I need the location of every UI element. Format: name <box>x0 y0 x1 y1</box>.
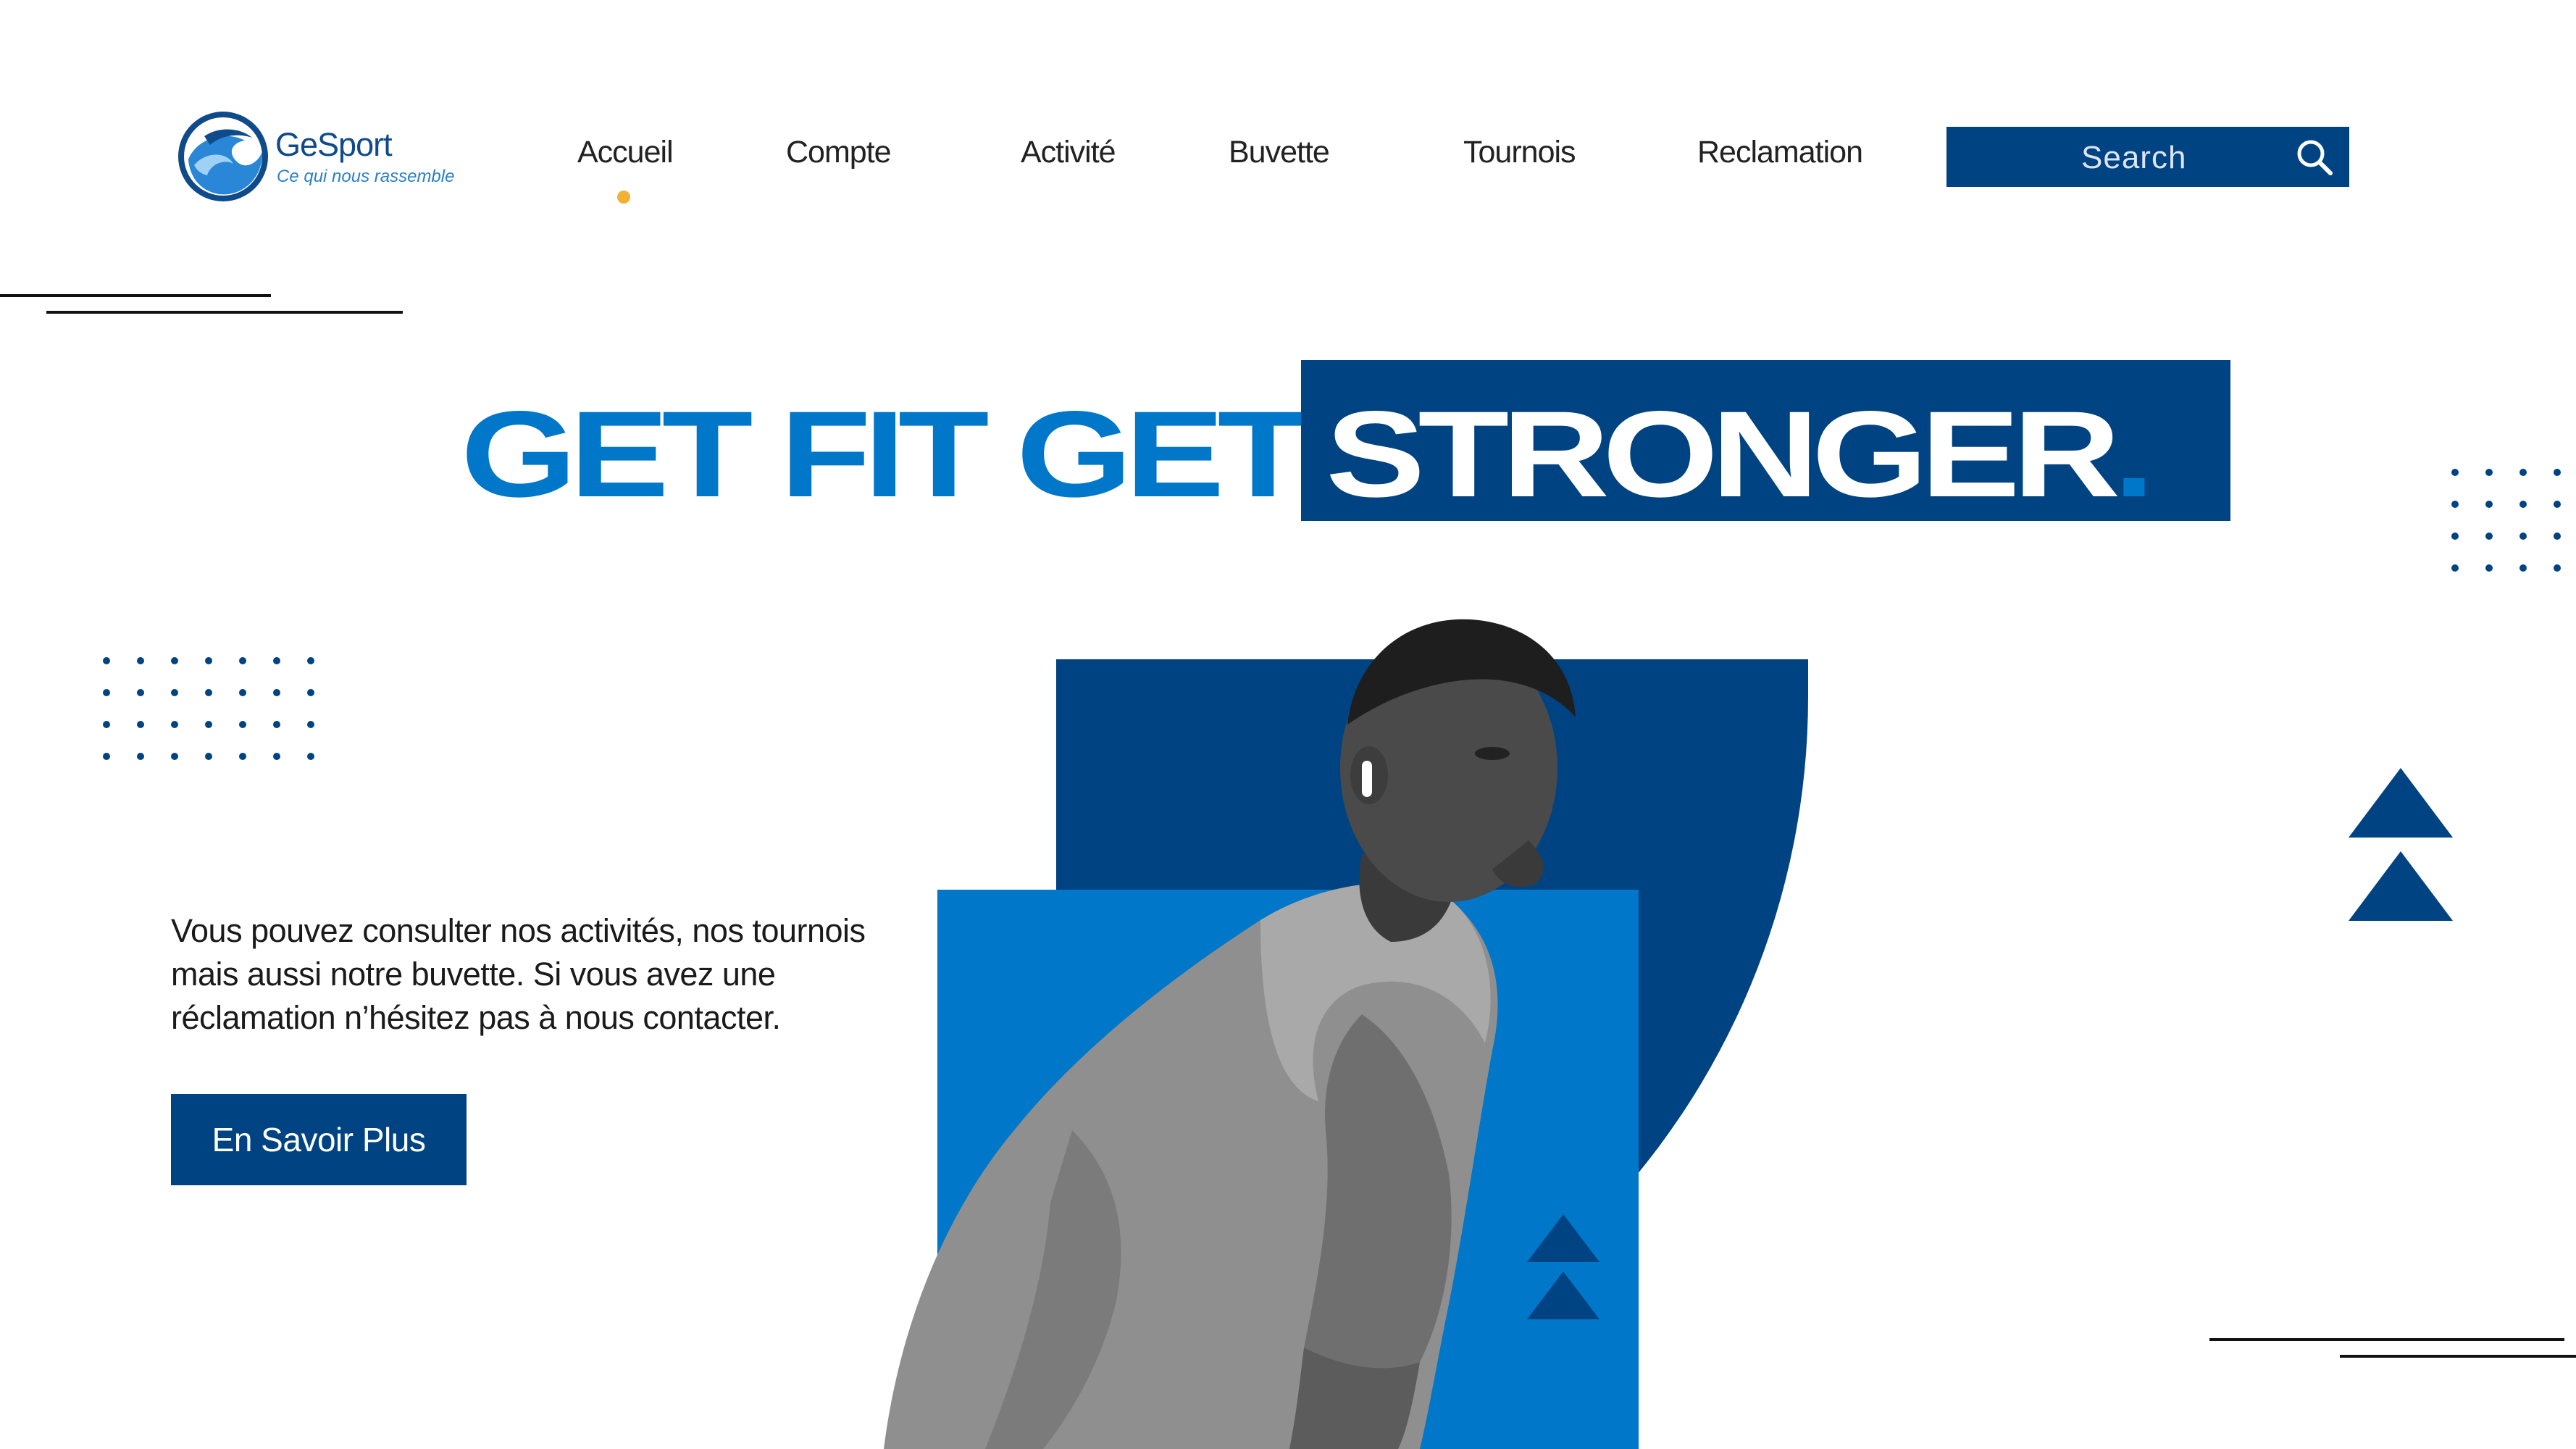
search-icon[interactable] <box>2293 135 2336 179</box>
nav-item-reclamation[interactable]: Reclamation <box>1697 135 1863 170</box>
decor-dot-grid-right <box>2451 469 2561 572</box>
search-input[interactable]: Search <box>2081 140 2186 176</box>
active-nav-indicator <box>617 191 630 204</box>
nav-item-activite[interactable]: Activité <box>1021 135 1116 170</box>
nav-item-accueil[interactable]: Accueil <box>577 135 674 170</box>
wave-logo-icon <box>178 112 268 201</box>
decor-dot-grid-left <box>103 657 314 760</box>
headline-part1: GET FIT GET <box>461 385 1308 523</box>
decor-line <box>2209 1338 2564 1341</box>
decor-line <box>2340 1355 2576 1358</box>
brand-logo[interactable]: GeSport Ce qui nous rassemble <box>175 109 480 210</box>
headline-strong-word: STRONGER <box>1326 385 2120 523</box>
decor-triangle <box>1527 1214 1599 1262</box>
brand-tagline: Ce qui nous rassemble <box>277 167 455 186</box>
nav-item-compte[interactable]: Compte <box>786 135 892 170</box>
search-bar[interactable]: Search <box>1946 127 2349 187</box>
headline-part2: STRONGER. <box>1326 384 2155 525</box>
decor-line <box>0 294 271 297</box>
decor-triangle <box>1527 1271 1599 1319</box>
nav-item-tournois[interactable]: Tournois <box>1463 135 1576 170</box>
decor-line <box>46 311 403 314</box>
hero-description: Vous pouvez consulter nos activités, nos… <box>171 912 866 1036</box>
headline-punctuation: . <box>2113 385 2154 523</box>
decor-triangle <box>2349 768 2453 838</box>
brand-name: GeSport <box>275 126 393 163</box>
nav-item-buvette[interactable]: Buvette <box>1229 135 1330 170</box>
learn-more-button[interactable]: En Savoir Plus <box>171 1094 467 1185</box>
decor-triangle <box>2349 851 2453 921</box>
